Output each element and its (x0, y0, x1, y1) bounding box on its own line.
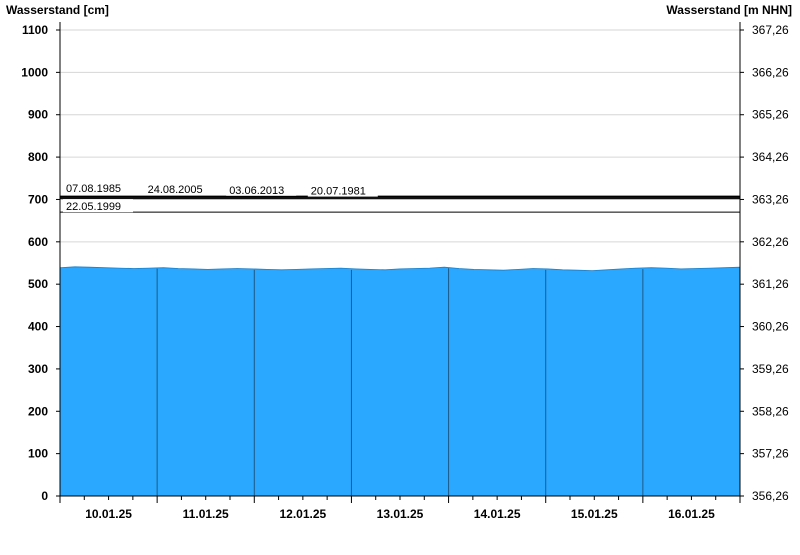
right-tick-label: 361,26 (752, 277, 789, 291)
right-tick-label: 356,26 (752, 489, 789, 503)
left-tick-label: 1000 (21, 65, 48, 79)
historic-flood-lines: 07.08.1985 24.08.2005 03.06.2013 20.07.1981… (60, 181, 740, 213)
left-tick-label: 900 (28, 108, 48, 122)
right-tick-label: 357,26 (752, 447, 789, 461)
x-tick-label: 16.01.25 (668, 507, 715, 521)
x-tick-label: 13.01.25 (377, 507, 424, 521)
x-tick-label: 11.01.25 (183, 507, 229, 521)
left-tick-label: 400 (28, 320, 48, 334)
left-tick-label: 800 (28, 150, 48, 164)
right-tick-label: 363,26 (752, 192, 789, 206)
right-tick-label: 366,26 (752, 65, 789, 79)
reference-label: 24.08.2005 (148, 184, 203, 196)
right-tick-label: 364,26 (752, 150, 789, 164)
left-tick-label: 600 (28, 235, 48, 249)
right-tick-label: 358,26 (752, 404, 789, 418)
reference-label: 03.06.2013 (229, 185, 284, 197)
left-tick-label: 100 (28, 447, 48, 461)
right-axis-title: Wasserstand [m NHN] (666, 3, 792, 17)
right-tick-label: 359,26 (752, 362, 789, 376)
reference-label: 07.08.1985 (66, 183, 121, 195)
reference-label: 22.05.1999 (66, 201, 121, 213)
left-tick-label: 200 (28, 404, 48, 418)
left-tick-label: 1100 (22, 23, 48, 37)
x-tick-label: 15.01.25 (571, 507, 618, 521)
chart-svg: Wasserstand [cm] Wasserstand [m NHN] 07.… (6, 3, 792, 521)
left-axis-title: Wasserstand [cm] (6, 3, 109, 17)
water-level-fill (59, 266, 741, 497)
water-level-area (59, 266, 741, 497)
right-tick-label: 362,26 (752, 235, 789, 249)
right-tick-label: 360,26 (752, 320, 789, 334)
x-tick-label: 12.01.25 (279, 507, 326, 521)
x-tick-label: 10.01.25 (85, 507, 132, 521)
left-tick-label: 300 (28, 362, 48, 376)
left-tick-label: 500 (28, 277, 48, 291)
x-tick-label: 14.01.25 (474, 507, 521, 521)
left-tick-label: 0 (41, 489, 48, 503)
right-tick-label: 365,26 (752, 108, 789, 122)
right-tick-label: 367,26 (752, 23, 789, 37)
water-level-chart: Wasserstand [cm] Wasserstand [m NHN] 07.… (0, 0, 800, 550)
left-tick-label: 700 (28, 192, 48, 206)
reference-label: 20.07.1981 (311, 186, 366, 198)
